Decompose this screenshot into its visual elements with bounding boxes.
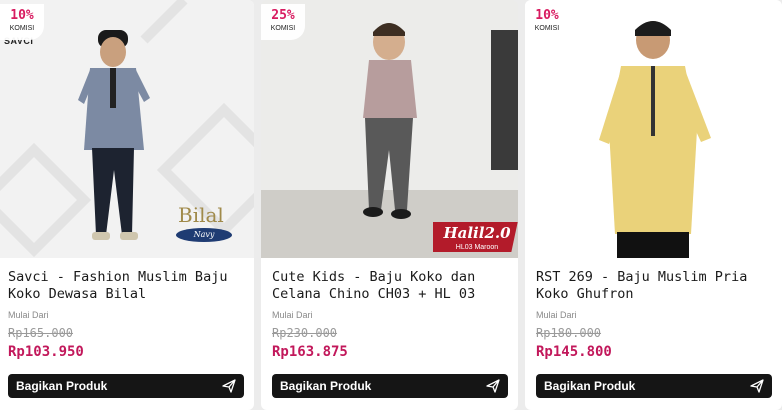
svg-text:Halil2.0: Halil2.0	[442, 224, 511, 242]
send-icon	[222, 379, 236, 393]
current-price: Rp145.800	[536, 344, 612, 360]
commission-badge: 25% KOMISI	[261, 4, 305, 40]
product-title[interactable]: RST 269 - Baju Muslim Pria Koko Ghufron	[536, 269, 772, 303]
product-photo	[599, 21, 711, 258]
commission-percent: 10%	[10, 8, 34, 23]
share-product-button[interactable]: Bagikan Produk	[8, 374, 244, 398]
price-from-label: Mulai Dari	[272, 310, 313, 320]
commission-badge: 10% KOMISI	[0, 4, 44, 40]
product-image[interactable]	[525, 0, 782, 258]
current-price: Rp103.950	[8, 344, 84, 360]
price-from-label: Mulai Dari	[536, 310, 577, 320]
commission-badge: 10% KOMISI	[525, 4, 569, 40]
product-title[interactable]: Savci - Fashion Muslim Baju Koko Dewasa …	[8, 269, 244, 303]
commission-percent: 10%	[535, 8, 559, 23]
product-title[interactable]: Cute Kids - Baju Koko dan Celana Chino C…	[272, 269, 508, 303]
image-product-name: Bilal	[178, 203, 224, 227]
commission-percent: 25%	[271, 8, 295, 23]
share-button-label: Bagikan Produk	[280, 379, 372, 393]
original-price: Rp165.000	[8, 326, 74, 340]
send-icon	[486, 379, 500, 393]
product-image[interactable]: Halil2.0 HL03 Maroon	[261, 0, 518, 258]
original-price: Rp180.000	[536, 326, 602, 340]
original-price: Rp230.000	[272, 326, 338, 340]
product-card[interactable]: 10% KOMISI RST 269 - Baju Muslim Pria Ko…	[525, 0, 782, 410]
current-price: Rp163.875	[272, 344, 348, 360]
image-color-label: Navy	[176, 228, 232, 242]
share-button-label: Bagikan Produk	[16, 379, 108, 393]
product-image[interactable]: SAVCI Bilal Navy	[0, 0, 254, 258]
price-from-label: Mulai Dari	[8, 310, 49, 320]
share-product-button[interactable]: Bagikan Produk	[536, 374, 772, 398]
svg-text:HL03 Maroon: HL03 Maroon	[456, 244, 499, 251]
share-product-button[interactable]: Bagikan Produk	[272, 374, 508, 398]
product-card[interactable]: Halil2.0 HL03 Maroon 25% KOMISI Cute Kid…	[261, 0, 518, 410]
send-icon	[750, 379, 764, 393]
commission-label: KOMISI	[270, 25, 296, 32]
share-button-label: Bagikan Produk	[544, 379, 636, 393]
product-card[interactable]: SAVCI Bilal Navy 10% KOMISI Savci - Fash…	[0, 0, 254, 410]
commission-label: KOMISI	[534, 25, 560, 32]
commission-label: KOMISI	[9, 25, 35, 32]
halil-logo: Halil2.0 HL03 Maroon	[433, 222, 518, 252]
product-grid: SAVCI Bilal Navy 10% KOMISI Savci - Fash…	[0, 0, 782, 410]
